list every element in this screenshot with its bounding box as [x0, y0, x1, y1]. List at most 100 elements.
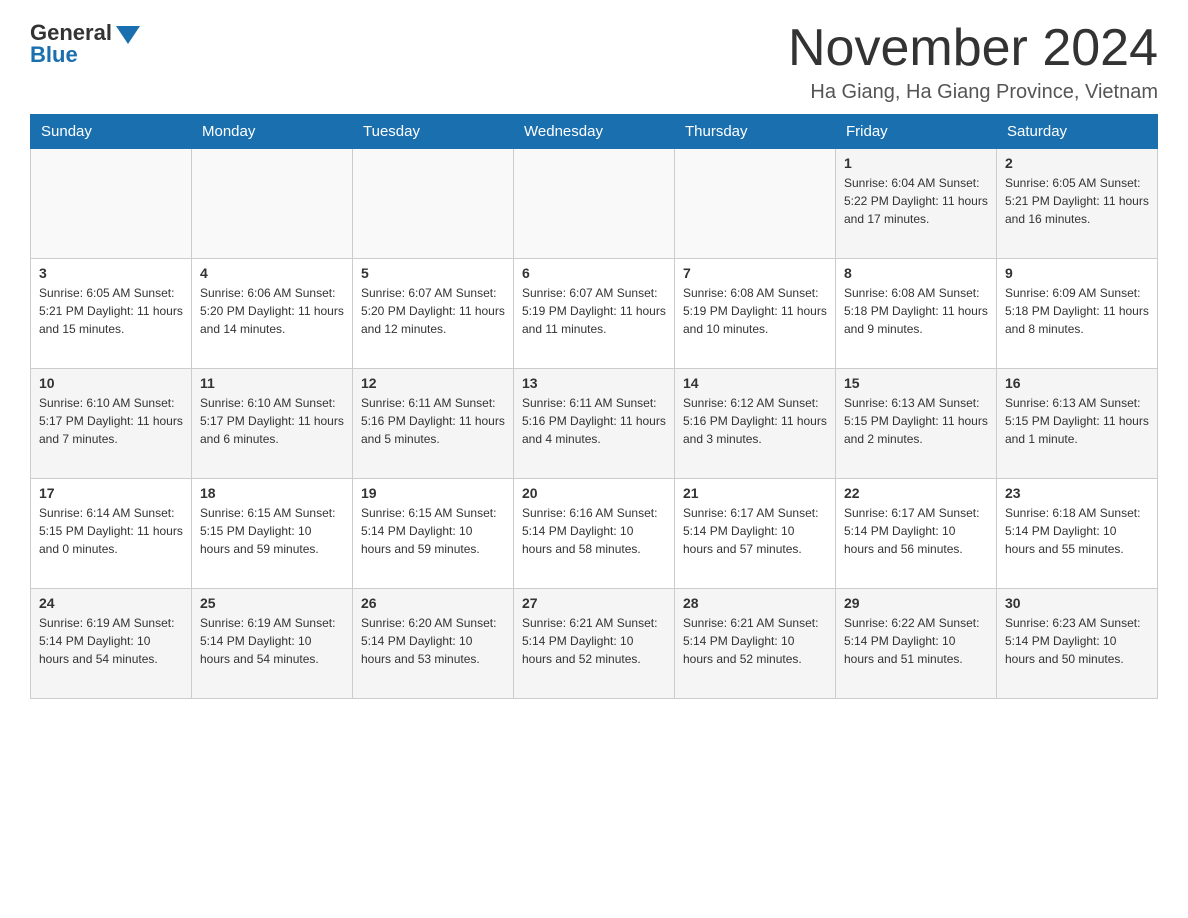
calendar-cell: [675, 149, 836, 259]
calendar-cell: 14 Sunrise: 6:12 AM Sunset: 5:16 PM Dayli…: [675, 369, 836, 479]
day-number: 17: [39, 485, 183, 501]
calendar-cell: 22 Sunrise: 6:17 AM Sunset: 5:14 PM Dayli…: [836, 479, 997, 589]
calendar-cell: 28 Sunrise: 6:21 AM Sunset: 5:14 PM Dayli…: [675, 589, 836, 699]
location-text: Ha Giang, Ha Giang Province, Vietnam: [788, 81, 1158, 104]
day-info: Sunrise: 6:05 AM Sunset: 5:21 PM Dayligh…: [1005, 174, 1149, 228]
day-info: Sunrise: 6:22 AM Sunset: 5:14 PM Dayligh…: [844, 614, 988, 668]
calendar-header-monday: Monday: [192, 115, 353, 149]
day-info: Sunrise: 6:06 AM Sunset: 5:20 PM Dayligh…: [200, 284, 344, 338]
day-info: Sunrise: 6:10 AM Sunset: 5:17 PM Dayligh…: [200, 394, 344, 448]
calendar-header-saturday: Saturday: [997, 115, 1158, 149]
calendar-cell: 30 Sunrise: 6:23 AM Sunset: 5:14 PM Dayli…: [997, 589, 1158, 699]
title-section: November 2024 Ha Giang, Ha Giang Provinc…: [788, 20, 1158, 104]
calendar-cell: 4 Sunrise: 6:06 AM Sunset: 5:20 PM Daylig…: [192, 259, 353, 369]
calendar-cell: 20Sunrise: 6:16 AM Sunset: 5:14 PM Dayli…: [514, 479, 675, 589]
day-number: 12: [361, 375, 505, 391]
calendar-cell: 9 Sunrise: 6:09 AM Sunset: 5:18 PM Daylig…: [997, 259, 1158, 369]
day-number: 10: [39, 375, 183, 391]
calendar-cell: 24Sunrise: 6:19 AM Sunset: 5:14 PM Dayli…: [31, 589, 192, 699]
calendar-cell: 17 Sunrise: 6:14 AM Sunset: 5:15 PM Dayli…: [31, 479, 192, 589]
calendar-cell: 5 Sunrise: 6:07 AM Sunset: 5:20 PM Daylig…: [353, 259, 514, 369]
day-number: 27: [522, 595, 666, 611]
calendar-cell: 7 Sunrise: 6:08 AM Sunset: 5:19 PM Daylig…: [675, 259, 836, 369]
calendar-cell: 1 Sunrise: 6:04 AM Sunset: 5:22 PM Daylig…: [836, 149, 997, 259]
day-info: Sunrise: 6:17 AM Sunset: 5:14 PM Dayligh…: [683, 504, 827, 558]
calendar-cell: 11Sunrise: 6:10 AM Sunset: 5:17 PM Dayli…: [192, 369, 353, 479]
calendar-table: SundayMondayTuesdayWednesdayThursdayFrid…: [30, 114, 1158, 699]
calendar-cell: 8 Sunrise: 6:08 AM Sunset: 5:18 PM Daylig…: [836, 259, 997, 369]
day-info: Sunrise: 6:11 AM Sunset: 5:16 PM Dayligh…: [361, 394, 505, 448]
calendar-cell: 3 Sunrise: 6:05 AM Sunset: 5:21 PM Daylig…: [31, 259, 192, 369]
day-number: 7: [683, 265, 827, 281]
calendar-header-thursday: Thursday: [675, 115, 836, 149]
day-number: 8: [844, 265, 988, 281]
day-info: Sunrise: 6:05 AM Sunset: 5:21 PM Dayligh…: [39, 284, 183, 338]
day-info: Sunrise: 6:16 AM Sunset: 5:14 PM Dayligh…: [522, 504, 666, 558]
calendar-header-tuesday: Tuesday: [353, 115, 514, 149]
day-number: 3: [39, 265, 183, 281]
day-number: 22: [844, 485, 988, 501]
day-number: 9: [1005, 265, 1149, 281]
calendar-cell: [31, 149, 192, 259]
day-number: 28: [683, 595, 827, 611]
day-info: Sunrise: 6:18 AM Sunset: 5:14 PM Dayligh…: [1005, 504, 1149, 558]
day-info: Sunrise: 6:09 AM Sunset: 5:18 PM Dayligh…: [1005, 284, 1149, 338]
day-number: 5: [361, 265, 505, 281]
day-number: 23: [1005, 485, 1149, 501]
page-header: General Blue November 2024 Ha Giang, Ha …: [30, 20, 1158, 104]
day-number: 4: [200, 265, 344, 281]
day-info: Sunrise: 6:14 AM Sunset: 5:15 PM Dayligh…: [39, 504, 183, 558]
day-number: 13: [522, 375, 666, 391]
day-number: 15: [844, 375, 988, 391]
day-number: 21: [683, 485, 827, 501]
day-info: Sunrise: 6:15 AM Sunset: 5:15 PM Dayligh…: [200, 504, 344, 558]
day-info: Sunrise: 6:04 AM Sunset: 5:22 PM Dayligh…: [844, 174, 988, 228]
calendar-header-wednesday: Wednesday: [514, 115, 675, 149]
calendar-header-row: SundayMondayTuesdayWednesdayThursdayFrid…: [31, 115, 1158, 149]
calendar-cell: 25Sunrise: 6:19 AM Sunset: 5:14 PM Dayli…: [192, 589, 353, 699]
day-number: 26: [361, 595, 505, 611]
logo-blue-text: Blue: [30, 42, 78, 68]
day-number: 16: [1005, 375, 1149, 391]
day-info: Sunrise: 6:20 AM Sunset: 5:14 PM Dayligh…: [361, 614, 505, 668]
calendar-cell: 12 Sunrise: 6:11 AM Sunset: 5:16 PM Dayli…: [353, 369, 514, 479]
day-info: Sunrise: 6:17 AM Sunset: 5:14 PM Dayligh…: [844, 504, 988, 558]
calendar-cell: 19 Sunrise: 6:15 AM Sunset: 5:14 PM Dayli…: [353, 479, 514, 589]
day-info: Sunrise: 6:12 AM Sunset: 5:16 PM Dayligh…: [683, 394, 827, 448]
calendar-cell: 27 Sunrise: 6:21 AM Sunset: 5:14 PM Dayli…: [514, 589, 675, 699]
day-info: Sunrise: 6:21 AM Sunset: 5:14 PM Dayligh…: [683, 614, 827, 668]
calendar-cell: 26 Sunrise: 6:20 AM Sunset: 5:14 PM Dayli…: [353, 589, 514, 699]
day-info: Sunrise: 6:07 AM Sunset: 5:19 PM Dayligh…: [522, 284, 666, 338]
day-info: Sunrise: 6:08 AM Sunset: 5:18 PM Dayligh…: [844, 284, 988, 338]
calendar-cell: 21 Sunrise: 6:17 AM Sunset: 5:14 PM Dayli…: [675, 479, 836, 589]
calendar-header-friday: Friday: [836, 115, 997, 149]
day-number: 2: [1005, 155, 1149, 171]
day-number: 6: [522, 265, 666, 281]
calendar-cell: 29 Sunrise: 6:22 AM Sunset: 5:14 PM Dayli…: [836, 589, 997, 699]
calendar-week-row: 1 Sunrise: 6:04 AM Sunset: 5:22 PM Daylig…: [31, 149, 1158, 259]
calendar-cell: [192, 149, 353, 259]
calendar-cell: 18 Sunrise: 6:15 AM Sunset: 5:15 PM Dayli…: [192, 479, 353, 589]
day-info: Sunrise: 6:15 AM Sunset: 5:14 PM Dayligh…: [361, 504, 505, 558]
day-number: 18: [200, 485, 344, 501]
day-number: 19: [361, 485, 505, 501]
calendar-cell: 15Sunrise: 6:13 AM Sunset: 5:15 PM Dayli…: [836, 369, 997, 479]
calendar-week-row: 24Sunrise: 6:19 AM Sunset: 5:14 PM Dayli…: [31, 589, 1158, 699]
day-info: Sunrise: 6:19 AM Sunset: 5:14 PM Dayligh…: [39, 614, 183, 668]
day-number: 30: [1005, 595, 1149, 611]
day-info: Sunrise: 6:23 AM Sunset: 5:14 PM Dayligh…: [1005, 614, 1149, 668]
calendar-cell: 10Sunrise: 6:10 AM Sunset: 5:17 PM Dayli…: [31, 369, 192, 479]
calendar-cell: [514, 149, 675, 259]
calendar-header-sunday: Sunday: [31, 115, 192, 149]
logo-arrow-icon: [116, 26, 140, 44]
day-number: 1: [844, 155, 988, 171]
day-info: Sunrise: 6:08 AM Sunset: 5:19 PM Dayligh…: [683, 284, 827, 338]
logo: General Blue: [30, 20, 140, 68]
calendar-cell: 6 Sunrise: 6:07 AM Sunset: 5:19 PM Daylig…: [514, 259, 675, 369]
day-number: 14: [683, 375, 827, 391]
day-info: Sunrise: 6:21 AM Sunset: 5:14 PM Dayligh…: [522, 614, 666, 668]
day-info: Sunrise: 6:07 AM Sunset: 5:20 PM Dayligh…: [361, 284, 505, 338]
calendar-week-row: 17 Sunrise: 6:14 AM Sunset: 5:15 PM Dayli…: [31, 479, 1158, 589]
calendar-cell: [353, 149, 514, 259]
day-number: 29: [844, 595, 988, 611]
